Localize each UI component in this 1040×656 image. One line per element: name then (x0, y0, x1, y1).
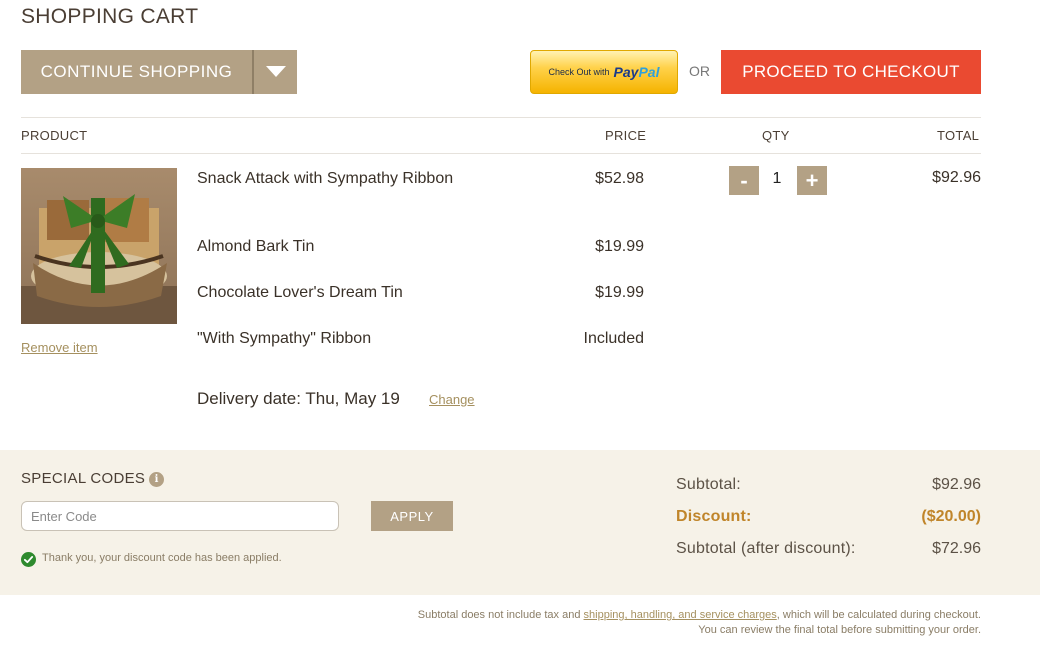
item-price: $52.98 (595, 170, 644, 187)
item-price: $19.99 (595, 284, 644, 301)
increase-quantity-button[interactable]: + (797, 166, 827, 195)
discount-label: Discount: (676, 508, 752, 525)
shipping-charges-link[interactable]: shipping, handling, and service charges (584, 609, 777, 621)
paypal-checkout-button[interactable]: Check Out with PayPal (530, 50, 678, 94)
or-separator: OR (689, 63, 710, 79)
item-name: Almond Bark Tin (197, 238, 315, 255)
column-header-qty: QTY (762, 128, 790, 143)
continue-shopping-label[interactable]: CONTINUE SHOPPING (21, 50, 252, 94)
continue-shopping-button[interactable]: CONTINUE SHOPPING (21, 50, 297, 94)
divider (21, 117, 981, 118)
item-name: "With Sympathy" Ribbon (197, 330, 372, 347)
line-total: $92.96 (932, 169, 981, 186)
item-price: $19.99 (595, 238, 644, 255)
remove-item-link[interactable]: Remove item (21, 340, 98, 355)
paypal-logo: PayPal (613, 64, 660, 80)
footer-note-line-2: You can review the final total before su… (698, 624, 981, 636)
subtotal-value: $92.96 (932, 476, 981, 493)
special-code-input[interactable] (21, 501, 339, 531)
item-name: Chocolate Lover's Dream Tin (197, 284, 403, 301)
decrease-quantity-button[interactable]: - (729, 166, 759, 195)
apply-code-button[interactable]: APPLY (371, 501, 453, 531)
plus-icon[interactable]: + (806, 168, 819, 194)
column-header-total: TOTAL (937, 128, 980, 143)
subtotal-label: Subtotal: (676, 476, 741, 493)
column-header-price: PRICE (605, 128, 647, 143)
info-icon[interactable]: i (149, 472, 164, 487)
discount-success-message: Thank you, your discount code has been a… (42, 552, 282, 564)
minus-icon[interactable]: - (740, 168, 747, 194)
paypal-small-label: Check Out with (548, 67, 610, 77)
proceed-to-checkout-button[interactable]: PROCEED TO CHECKOUT (721, 50, 981, 94)
footer-text: , which will be calculated during checko… (776, 609, 981, 621)
check-circle-icon (21, 552, 36, 567)
continue-dropdown-toggle[interactable] (254, 50, 297, 94)
subtotal-after-discount-value: $72.96 (932, 540, 981, 557)
page-title: SHOPPING CART (21, 5, 199, 28)
item-price: Included (583, 330, 645, 347)
delivery-date: Delivery date: Thu, May 19 (197, 389, 400, 408)
item-name: Snack Attack with Sympathy Ribbon (197, 170, 454, 187)
subtotal-after-discount-label: Subtotal (after discount): (676, 540, 856, 557)
gift-basket-image[interactable] (21, 168, 177, 324)
divider (21, 153, 981, 154)
special-codes-title: SPECIAL CODES (21, 470, 146, 487)
change-delivery-link[interactable]: Change (429, 392, 475, 407)
chevron-down-icon[interactable] (265, 66, 286, 78)
discount-value: ($20.00) (921, 508, 981, 525)
quantity-value[interactable]: 1 (765, 170, 789, 188)
footer-text: Subtotal does not include tax and (417, 609, 584, 621)
footer-note-line-1: Subtotal does not include tax and shippi… (418, 609, 981, 621)
column-header-product: PRODUCT (21, 128, 88, 143)
